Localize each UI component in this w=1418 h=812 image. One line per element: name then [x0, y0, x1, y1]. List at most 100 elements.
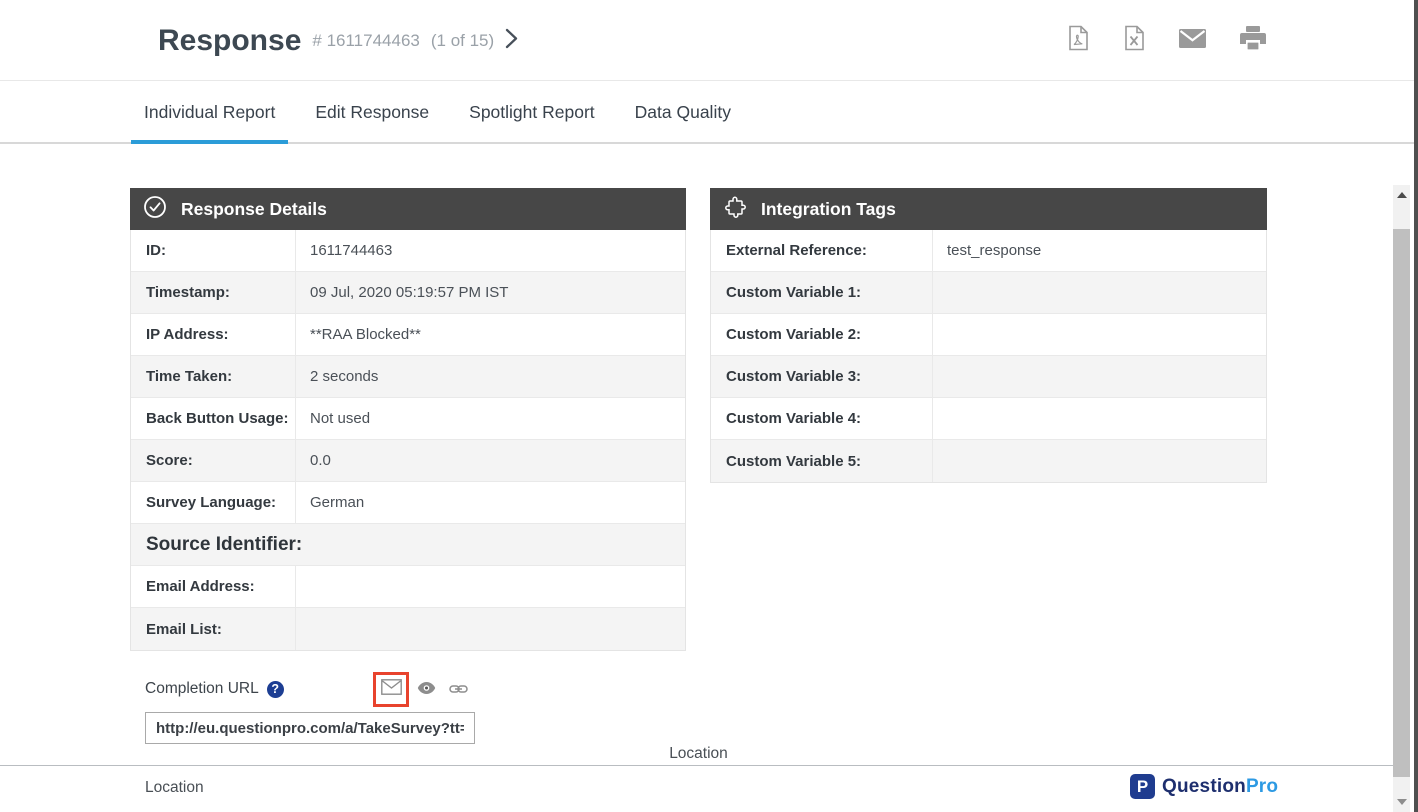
row-value: **RAA Blocked**: [296, 314, 685, 355]
row-value: [933, 356, 1266, 397]
row-label: ID:: [131, 230, 296, 271]
response-pagination: (1 of 15): [431, 31, 494, 51]
report-tab-bar: Individual Report Edit Response Spotligh…: [0, 82, 1418, 144]
questionpro-logo[interactable]: P QuestionPro: [1130, 774, 1278, 799]
tab-edit-response[interactable]: Edit Response: [302, 82, 442, 142]
table-row: Custom Variable 2:: [711, 314, 1266, 356]
print-icon[interactable]: [1240, 26, 1266, 50]
copy-link-button[interactable]: [449, 682, 468, 700]
table-row: Custom Variable 4:: [711, 398, 1266, 440]
email-icon[interactable]: [1179, 29, 1206, 48]
questionpro-logo-icon: P: [1130, 774, 1155, 799]
table-row: External Reference:test_response: [711, 230, 1266, 272]
row-label: Custom Variable 3:: [711, 356, 933, 397]
row-label: Custom Variable 4:: [711, 398, 933, 439]
page-header: Response # 1611744463 (1 of 15): [0, 0, 1418, 81]
table-row: Score:0.0: [131, 440, 685, 482]
completion-url-label: Completion URL: [145, 680, 259, 698]
pdf-export-icon[interactable]: [1067, 25, 1089, 51]
tab-spotlight-report[interactable]: Spotlight Report: [456, 82, 608, 142]
row-label: Survey Language:: [131, 482, 296, 523]
table-row: Timestamp:09 Jul, 2020 05:19:57 PM IST: [131, 272, 685, 314]
check-circle-icon: [143, 195, 167, 224]
row-value: test_response: [933, 230, 1266, 271]
row-value: 2 seconds: [296, 356, 685, 397]
row-label: Score:: [131, 440, 296, 481]
scroll-down-button[interactable]: [1393, 792, 1410, 812]
location-section-title: Location: [130, 745, 1267, 763]
table-row: IP Address:**RAA Blocked**: [131, 314, 685, 356]
tab-data-quality[interactable]: Data Quality: [622, 82, 744, 142]
table-row: Survey Language:German: [131, 482, 685, 524]
vertical-scrollbar[interactable]: [1393, 185, 1410, 812]
row-value: [296, 566, 685, 607]
completion-url-section: Completion URL ?: [145, 672, 475, 748]
section-label: Source Identifier:: [131, 524, 685, 565]
table-title: Response Details: [181, 199, 327, 220]
row-label: Custom Variable 5:: [711, 440, 933, 482]
integration-tags-body: External Reference:test_responseCustom V…: [710, 230, 1267, 483]
brand-text-question: Question: [1162, 776, 1246, 797]
scroll-up-button[interactable]: [1393, 185, 1410, 205]
row-value: 0.0: [296, 440, 685, 481]
completion-url-input[interactable]: [145, 712, 475, 744]
completion-url-label-row: Completion URL ?: [145, 680, 284, 698]
table-title: Integration Tags: [761, 199, 896, 220]
eye-icon: [417, 682, 436, 699]
row-value: [933, 398, 1266, 439]
puzzle-icon: [723, 195, 747, 224]
table-row: ID:1611744463: [131, 230, 685, 272]
row-value: [933, 440, 1266, 482]
table-row: Source Identifier:: [131, 524, 685, 566]
email-completion-url-button[interactable]: [373, 672, 409, 707]
row-value: [933, 314, 1266, 355]
table-row: Custom Variable 1:: [711, 272, 1266, 314]
response-details-header: Response Details: [130, 188, 686, 230]
row-label: IP Address:: [131, 314, 296, 355]
table-row: Back Button Usage:Not used: [131, 398, 685, 440]
table-row: Custom Variable 3:: [711, 356, 1266, 398]
table-row: Email List:: [131, 608, 685, 650]
row-label: Email Address:: [131, 566, 296, 607]
row-label: External Reference:: [711, 230, 933, 271]
response-id: # 1611744463: [312, 31, 419, 51]
row-label: Back Button Usage:: [131, 398, 296, 439]
title-row: Response # 1611744463 (1 of 15): [158, 0, 494, 81]
row-label: Custom Variable 2:: [711, 314, 933, 355]
row-label: Timestamp:: [131, 272, 296, 313]
row-label: Email List:: [131, 608, 296, 650]
table-row: Time Taken:2 seconds: [131, 356, 685, 398]
excel-export-icon[interactable]: [1123, 25, 1145, 51]
triangle-down-icon: [1397, 799, 1407, 805]
response-details-body: ID:1611744463Timestamp:09 Jul, 2020 05:1…: [130, 230, 686, 651]
scrollbar-thumb[interactable]: [1393, 229, 1410, 777]
row-value: German: [296, 482, 685, 523]
preview-completion-url-button[interactable]: [417, 681, 436, 700]
response-report-page: Response # 1611744463 (1 of 15): [0, 0, 1418, 812]
envelope-icon: [381, 679, 402, 700]
row-label: Time Taken:: [131, 356, 296, 397]
table-row: Custom Variable 5:: [711, 440, 1266, 482]
integration-tags-table: Integration Tags External Reference:test…: [710, 188, 1267, 483]
row-value: [933, 272, 1266, 313]
chevron-right-icon: [505, 28, 518, 54]
link-icon: [449, 682, 468, 699]
section-divider: [0, 765, 1393, 766]
window-right-edge: [1414, 0, 1418, 812]
integration-tags-header: Integration Tags: [710, 188, 1267, 230]
row-value: [296, 608, 685, 650]
next-response-button[interactable]: [498, 28, 524, 54]
questionpro-logo-text: QuestionPro: [1162, 776, 1278, 798]
location-label: Location: [145, 779, 204, 797]
header-actions: [1067, 25, 1266, 51]
help-icon[interactable]: ?: [267, 681, 284, 698]
row-value: 09 Jul, 2020 05:19:57 PM IST: [296, 272, 685, 313]
tab-individual-report[interactable]: Individual Report: [131, 82, 288, 142]
table-row: Email Address:: [131, 566, 685, 608]
row-value: Not used: [296, 398, 685, 439]
row-label: Custom Variable 1:: [711, 272, 933, 313]
brand-text-pro: Pro: [1246, 776, 1278, 797]
triangle-up-icon: [1397, 192, 1407, 198]
page-title: Response: [158, 24, 301, 58]
response-details-table: Response Details ID:1611744463Timestamp:…: [130, 188, 686, 651]
